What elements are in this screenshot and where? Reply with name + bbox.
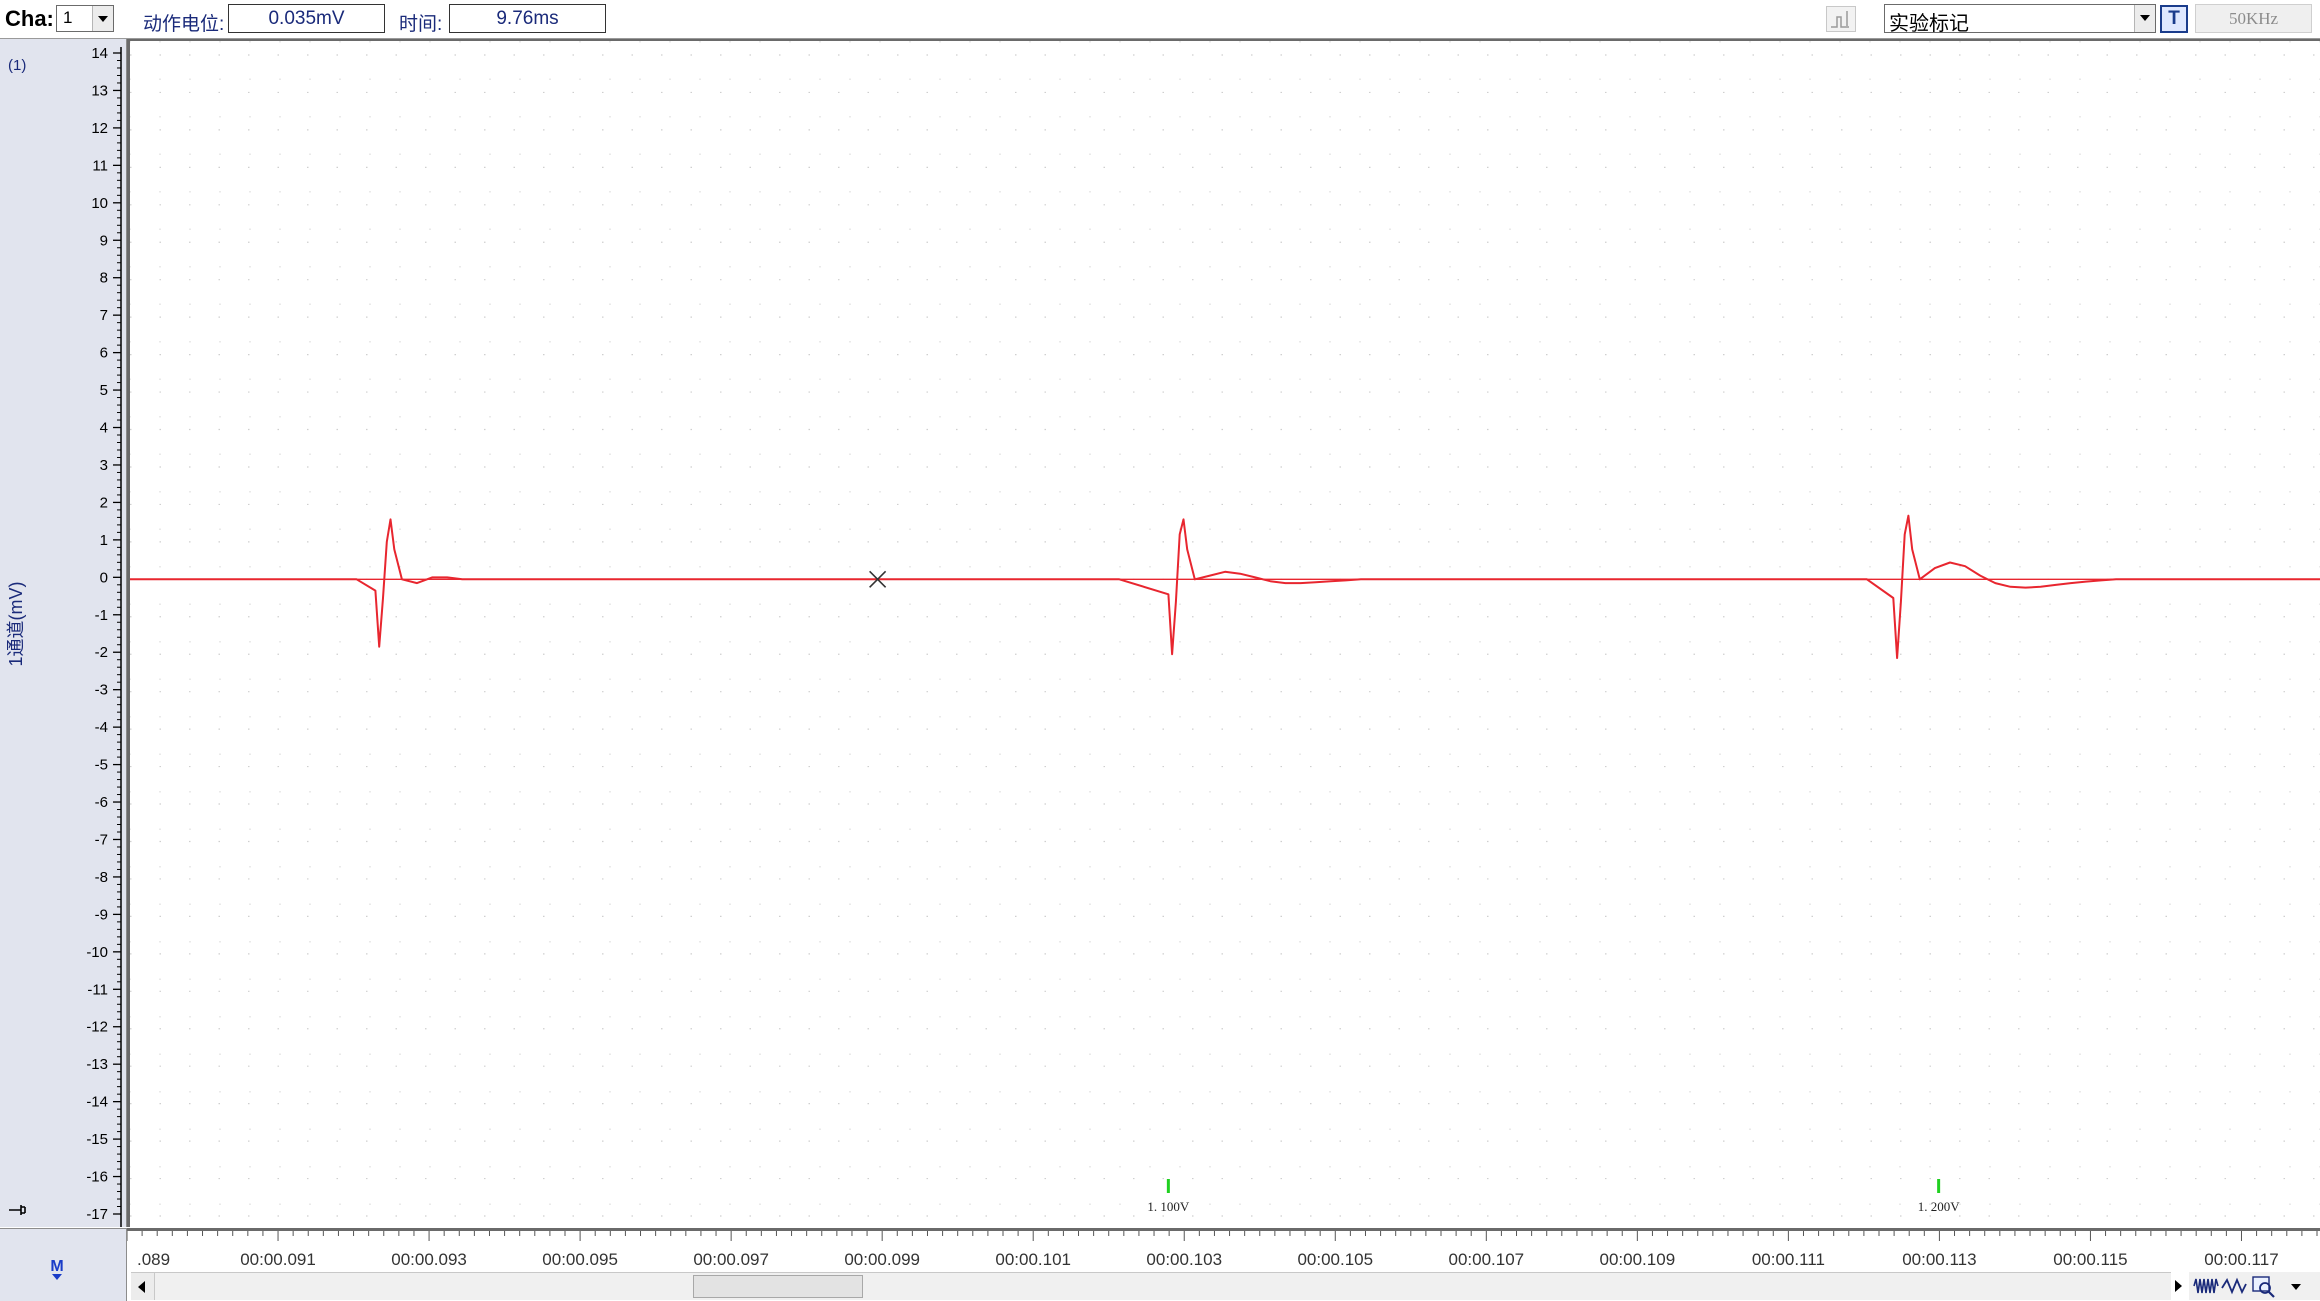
y-tick-label: -11 — [87, 981, 108, 998]
channel-select[interactable]: 1 — [56, 5, 114, 32]
time-value: 9.76ms — [449, 4, 606, 33]
marker-m-icon[interactable]: M — [46, 1257, 68, 1283]
y-tick-label: -14 — [86, 1094, 108, 1111]
pin-icon[interactable] — [6, 1199, 28, 1221]
y-tick-label: 1 — [100, 532, 108, 549]
x-axis-ticks: .089 00:00.091 00:00.093 00:00.095 00:00.097… — [127, 1231, 2318, 1269]
horizontal-scrollbar[interactable] — [131, 1272, 2171, 1300]
x-tick-label: 00:00.103 — [1146, 1250, 1222, 1269]
x-tick-label: 00:00.105 — [1297, 1250, 1373, 1269]
y-tick-label: -3 — [95, 682, 108, 699]
y-axis-panel[interactable]: 14 13 12 11 10 9 8 7 6 5 4 3 2 1 0 -1 -2 -3 -4 -5 -6 -7 -8 -9 -1… — [0, 39, 127, 1227]
waveform-series — [130, 514, 2320, 659]
sample-rate-button[interactable]: 50KHz — [2195, 4, 2312, 33]
y-tick-label: -9 — [95, 906, 108, 923]
x-tick-label: 00:00.097 — [693, 1250, 769, 1269]
y-tick-label: 5 — [100, 382, 108, 399]
stimulus-mark-icon — [1831, 11, 1849, 28]
x-tick-label: 00:00.117 — [2204, 1250, 2278, 1269]
y-tick-label: -15 — [86, 1131, 108, 1148]
signal-plot[interactable]: 1. 100V 1. 200V — [127, 39, 2320, 1227]
y-tick-label: -1 — [95, 607, 108, 624]
y-tick-label: 10 — [91, 195, 108, 212]
scroll-right-button[interactable] — [2167, 1272, 2189, 1300]
x-tick-label: 00:00.113 — [1902, 1250, 1976, 1269]
y-tick-label: -5 — [95, 757, 108, 774]
x-axis-panel: .089 00:00.091 00:00.093 00:00.095 00:00.097… — [127, 1228, 2320, 1272]
scroll-thumb[interactable] — [693, 1275, 863, 1298]
bottom-left-panel: M — [0, 1228, 127, 1301]
bottom-right-tools — [2189, 1272, 2320, 1300]
waveform-chart: 1. 100V 1. 200V — [130, 41, 2320, 1227]
stimulus-marker-label: 1. 200V — [1918, 1199, 1961, 1214]
zoom-icon[interactable] — [2251, 1274, 2277, 1298]
chevron-down-icon[interactable] — [2285, 1274, 2307, 1298]
x-tick-label: 00:00.099 — [844, 1250, 920, 1269]
y-tick-label: 3 — [100, 457, 108, 474]
plot-grid — [130, 41, 2320, 1227]
y-tick-label: 11 — [92, 157, 108, 174]
y-tick-label: 7 — [100, 307, 108, 324]
x-tick-label: 00:00.107 — [1448, 1250, 1524, 1269]
channel-label: Cha: — [5, 6, 54, 31]
experiment-mark-value: 实验标记 — [1889, 13, 1969, 35]
x-tick-label: 00:00.115 — [2053, 1250, 2127, 1269]
y-tick-label: -17 — [86, 1206, 108, 1223]
stimulus-marker-label: 1. 100V — [1147, 1199, 1190, 1214]
x-tick-label: .089 — [137, 1250, 170, 1269]
y-tick-label: -12 — [86, 1019, 108, 1036]
chevron-down-icon[interactable] — [92, 6, 113, 31]
top-toolbar: Cha: 1 动作电位: 0.035mV 时间: 9.76ms 实验标记 T 5… — [0, 0, 2320, 39]
channel-index: (1) — [8, 57, 27, 74]
y-tick-label: -4 — [95, 719, 108, 736]
y-tick-label: 12 — [91, 120, 108, 137]
y-tick-label: -16 — [86, 1169, 108, 1186]
time-label: 时间: — [399, 14, 443, 35]
scroll-left-button[interactable] — [131, 1273, 155, 1300]
y-tick-label: 2 — [100, 494, 108, 511]
marker-m-label: M — [50, 1258, 63, 1275]
channel-select-value: 1 — [63, 8, 73, 27]
chevron-down-icon[interactable] — [2134, 5, 2155, 32]
y-tick-label: 8 — [100, 270, 108, 287]
y-tick-label: -2 — [95, 644, 108, 661]
x-tick-label: 00:00.091 — [240, 1250, 316, 1269]
y-tick-label: -10 — [86, 944, 108, 961]
y-tick-label: 9 — [100, 232, 108, 249]
compress-waveform-icon[interactable] — [2193, 1274, 2219, 1298]
y-tick-label: -6 — [95, 794, 108, 811]
stimulus-mark-button[interactable] — [1826, 6, 1856, 32]
y-tick-label: -7 — [95, 831, 108, 848]
x-tick-label: 00:00.101 — [995, 1250, 1071, 1269]
experiment-mark-select[interactable]: 实验标记 — [1884, 4, 2156, 35]
x-tick-label: 00:00.109 — [1600, 1250, 1676, 1269]
y-tick-label: -13 — [86, 1056, 108, 1073]
y-tick-label: 14 — [91, 45, 108, 62]
x-tick-label: 00:00.093 — [391, 1250, 467, 1269]
y-tick-label: 13 — [91, 82, 108, 99]
x-tick-label: 00:00.095 — [542, 1250, 618, 1269]
y-tick-label: -8 — [95, 869, 108, 886]
y-tick-label: 4 — [100, 420, 108, 437]
action-potential-value: 0.035mV — [228, 4, 385, 33]
y-tick-label: 0 — [100, 569, 108, 586]
text-tool-button[interactable]: T — [2160, 5, 2188, 33]
y-axis-label: 1通道(mV) — [6, 581, 26, 667]
x-tick-label: 00:00.111 — [1752, 1250, 1825, 1269]
action-potential-label: 动作电位: — [143, 14, 225, 35]
expand-waveform-icon[interactable] — [2221, 1274, 2247, 1298]
y-tick-label: 6 — [100, 345, 108, 362]
